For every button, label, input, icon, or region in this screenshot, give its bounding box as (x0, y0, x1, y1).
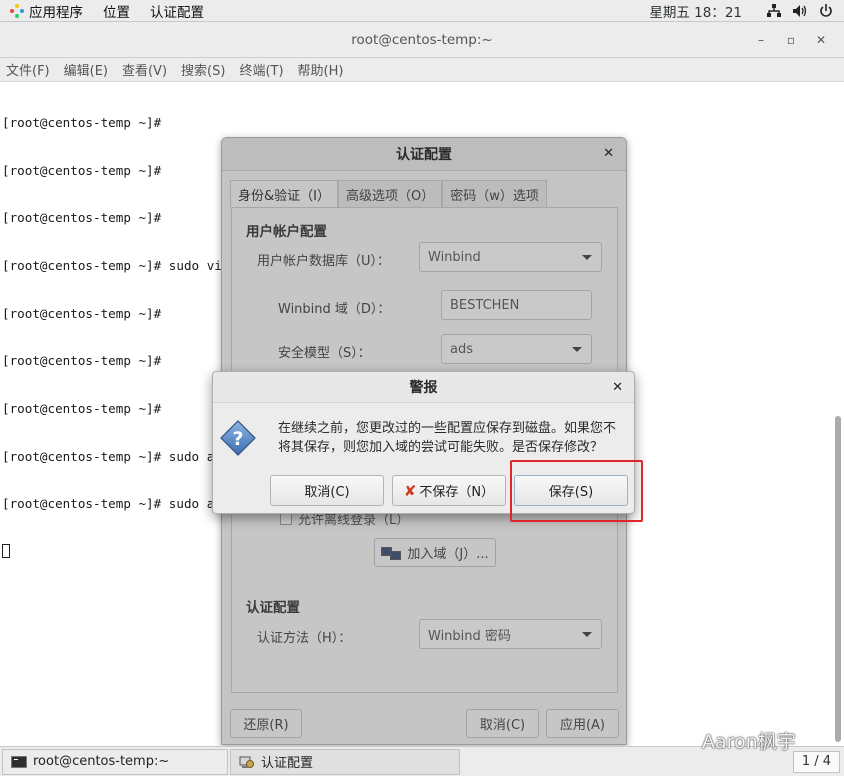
dialog-cancel-button[interactable]: 取消(C) (270, 475, 384, 506)
watermark-text: Aaron枫宇 (702, 731, 796, 753)
user-db-select[interactable]: Winbind (419, 242, 602, 272)
security-model-value: ads (450, 341, 473, 357)
taskbar-item-terminal[interactable]: root@centos-temp:~ (2, 748, 228, 775)
applications-menu[interactable]: 应用程序 (0, 1, 93, 21)
warning-message-line-1: 在继续之前，您更改过的一些配置应保存到磁盘。如果您不 (278, 421, 617, 436)
menu-help[interactable]: 帮助(H) (298, 60, 344, 79)
chevron-down-icon (582, 255, 592, 260)
menu-file[interactable]: 文件(F) (6, 60, 50, 79)
auth-method-value: Winbind 密码 (428, 628, 511, 644)
close-icon[interactable]: ✕ (603, 146, 614, 161)
tab-identity-auth[interactable]: 身份&验证（I） (230, 180, 338, 207)
maximize-button[interactable]: ▫ (776, 33, 806, 47)
auth-config-heading: 认证配置 (246, 600, 300, 616)
user-account-config-heading: 用户帐户配置 (246, 224, 327, 240)
red-x-icon: ✘ (403, 481, 417, 500)
warning-message: 在继续之前，您更改过的一些配置应保存到磁盘。如果您不 将其保存，则您加入域的尝试… (278, 419, 633, 457)
minimize-button[interactable]: – (746, 33, 776, 47)
winbind-domain-label: Winbind 域（D）： (278, 302, 391, 317)
terminal-scrollbar[interactable] (830, 82, 844, 746)
active-app-menu[interactable]: 认证配置 (140, 1, 214, 21)
network-icon[interactable] (766, 3, 782, 19)
auth-config-titlebar: 认证配置 ✕ (222, 138, 626, 171)
winbind-domain-field[interactable]: BESTCHEN (441, 290, 592, 320)
clock[interactable]: 星期五 18：21 (649, 1, 742, 21)
volume-icon[interactable] (792, 3, 808, 19)
terminal-titlebar: root@centos-temp:~ – ▫ ✕ (0, 22, 844, 58)
auth-method-select[interactable]: Winbind 密码 (419, 619, 602, 649)
auth-config-title: 认证配置 (396, 147, 452, 163)
security-model-select[interactable]: ads (441, 334, 592, 364)
terminal-title: root@centos-temp:~ (351, 31, 493, 48)
terminal-icon (11, 755, 27, 768)
user-db-label: 用户帐户数据库（U）： (257, 254, 391, 269)
power-icon[interactable] (818, 3, 834, 19)
chevron-down-icon (582, 632, 592, 637)
applications-icon (10, 3, 24, 18)
tab-advanced-options[interactable]: 高级选项（O） (337, 180, 443, 207)
close-icon[interactable]: ✕ (612, 380, 623, 395)
dont-save-label: 不保存（N） (419, 485, 495, 500)
apply-button[interactable]: 应用(A) (546, 709, 619, 738)
auth-config-icon (239, 755, 255, 769)
tab-password-options[interactable]: 密码（w）选项 (442, 180, 547, 207)
menu-view[interactable]: 查看(V) (122, 60, 167, 79)
question-icon: ? (220, 420, 256, 456)
join-domain-button[interactable]: 加入域（J）... (374, 538, 496, 567)
user-db-value: Winbind (428, 249, 481, 265)
warning-message-line-2: 将其保存，则您加入域的尝试可能失败。是否保存修改？ (278, 440, 604, 455)
terminal-line: [root@centos-temp ~]# (2, 114, 169, 130)
terminal-cursor (2, 544, 10, 559)
taskbar-terminal-label: root@centos-temp:~ (33, 754, 170, 769)
wechat-icon (676, 729, 698, 752)
revert-button[interactable]: 还原(R) (230, 709, 302, 738)
network-computer-icon (381, 545, 403, 561)
taskbar-item-auth-config[interactable]: 认证配置 (230, 748, 460, 775)
chevron-down-icon (572, 347, 582, 352)
join-domain-label: 加入域（J）... (407, 547, 489, 562)
checkbox-box[interactable] (280, 512, 292, 525)
security-model-label: 安全模型（S）： (278, 346, 371, 361)
terminal-menubar: 文件(F) 编辑(E) 查看(V) 搜索(S) 终端(T) 帮助(H) (0, 58, 844, 82)
scrollbar-thumb[interactable] (835, 416, 841, 742)
svg-text:?: ? (232, 428, 243, 450)
menu-edit[interactable]: 编辑(E) (64, 60, 108, 79)
menu-terminal[interactable]: 终端(T) (239, 60, 283, 79)
applications-label: 应用程序 (29, 4, 83, 21)
cancel-button[interactable]: 取消(C) (466, 709, 539, 738)
watermark: Aaron枫宇 (676, 727, 796, 754)
warning-titlebar: 警报 ✕ (213, 372, 634, 403)
taskbar-auth-config-label: 认证配置 (261, 756, 314, 771)
workspace-indicator[interactable]: 1 / 4 (792, 750, 840, 773)
close-button[interactable]: ✕ (806, 33, 836, 47)
warning-title: 警报 (409, 380, 438, 396)
menu-search[interactable]: 搜索(S) (181, 60, 225, 79)
places-menu[interactable]: 位置 (93, 1, 140, 21)
auth-method-label: 认证方法（H）： (257, 631, 352, 646)
highlight-box (510, 460, 643, 522)
dont-save-button[interactable]: ✘ 不保存（N） (392, 475, 506, 506)
top-bar: 应用程序 位置 认证配置 星期五 18：21 (0, 0, 844, 22)
